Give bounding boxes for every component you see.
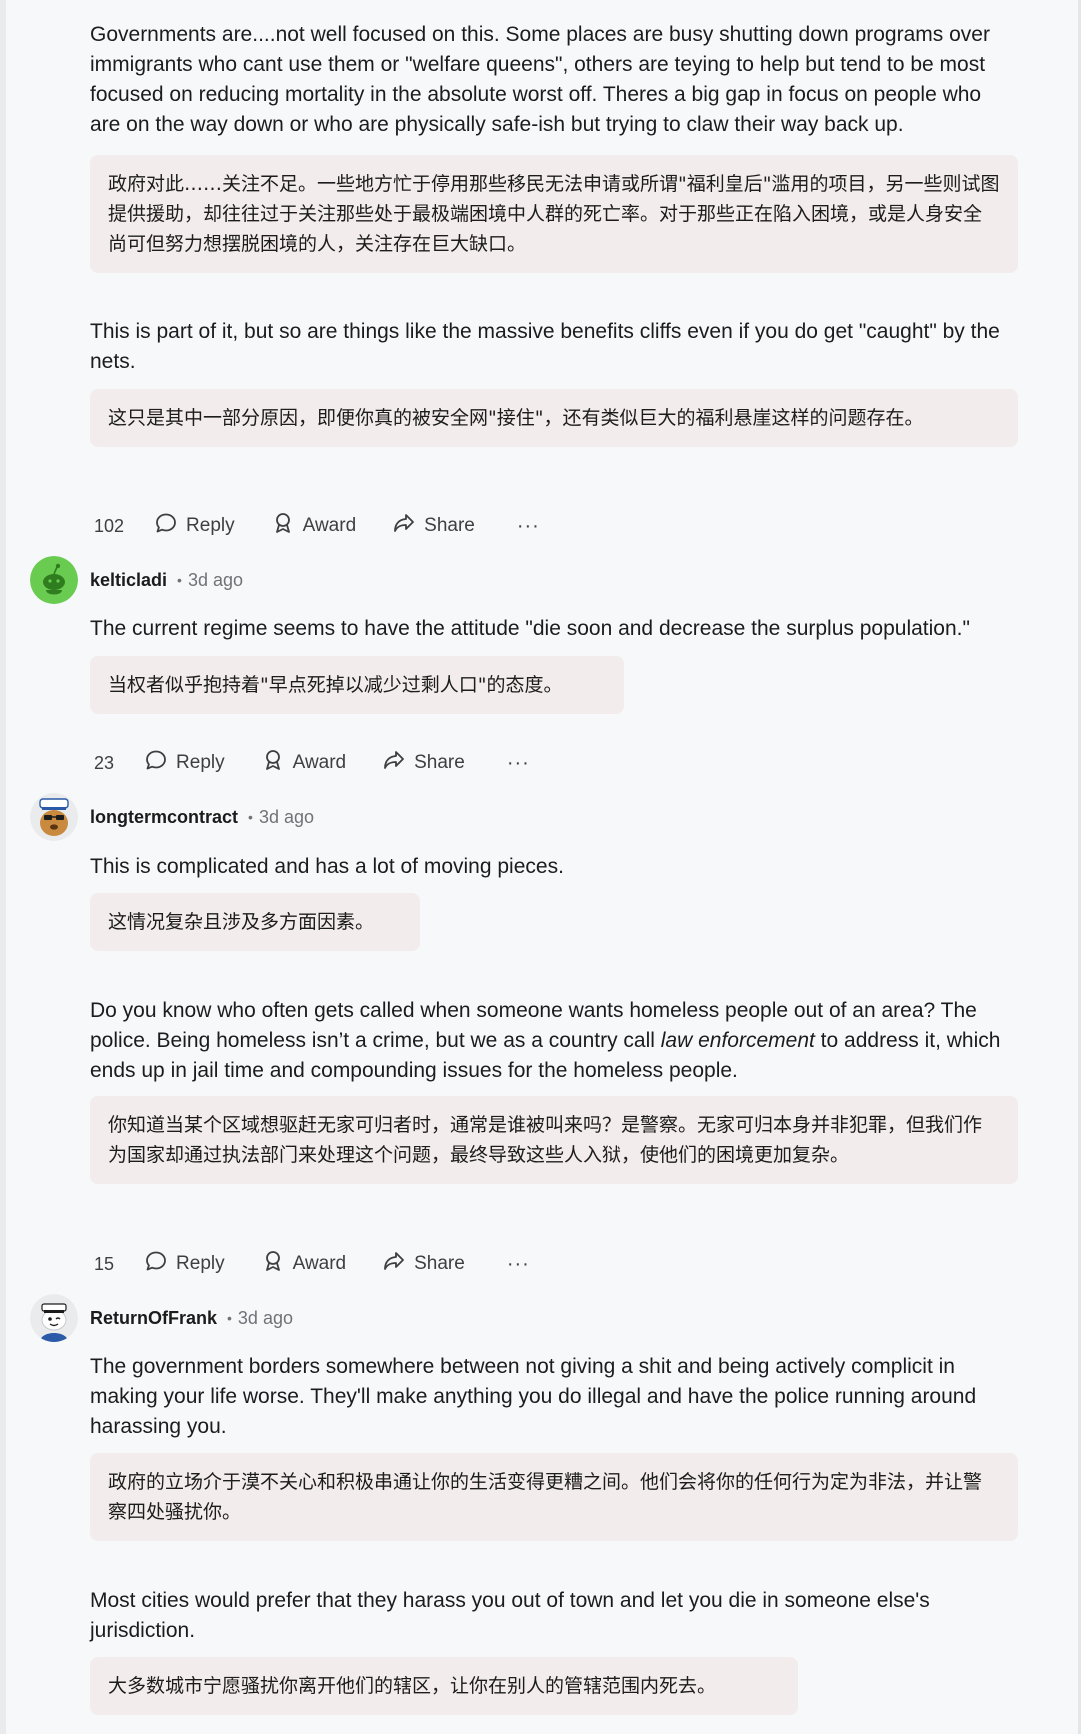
award-icon bbox=[261, 748, 285, 778]
thread-rail[interactable] bbox=[0, 0, 6, 1734]
comment-4-paragraph-2: Most cities would prefer that they haras… bbox=[90, 1589, 930, 1642]
comment-4-meta: ReturnOfFrank • 3d ago bbox=[30, 1293, 293, 1343]
username[interactable]: longtermcontract bbox=[90, 807, 238, 828]
comment-3-translation-1: 这情况复杂且涉及多方面因素。 bbox=[90, 893, 420, 951]
comment-4-translation-1: 政府的立场介于漠不关心和积极串通让你的生活变得更糟之间。他们会将你的任何行为定为… bbox=[90, 1453, 1018, 1541]
share-icon bbox=[382, 748, 406, 778]
comment-3-paragraph-2: Do you know who often gets called when s… bbox=[90, 996, 1010, 1086]
award-label: Award bbox=[292, 1253, 347, 1274]
vote-control: 102 bbox=[86, 515, 154, 553]
vote-count: 15 bbox=[94, 1253, 115, 1274]
comment-1-paragraph-2: This is part of it, but so are things li… bbox=[90, 320, 1000, 373]
share-label: Share bbox=[414, 752, 465, 773]
share-icon bbox=[392, 511, 416, 541]
reply-button[interactable]: Reply bbox=[144, 1249, 225, 1279]
reply-icon bbox=[154, 511, 178, 541]
award-icon bbox=[271, 511, 295, 541]
award-icon bbox=[261, 1249, 285, 1279]
reply-button[interactable]: Reply bbox=[144, 748, 225, 778]
share-button[interactable]: Share bbox=[382, 748, 465, 778]
comment-1-paragraph-1: Governments are....not well focused on t… bbox=[90, 23, 990, 136]
more-icon[interactable]: ··· bbox=[517, 515, 540, 538]
comment-2-paragraph-1: The current regime seems to have the att… bbox=[90, 617, 970, 640]
username[interactable]: kelticladi bbox=[90, 570, 167, 591]
avatar[interactable] bbox=[30, 556, 78, 604]
law-enforcement-emphasis: law enforcement bbox=[660, 1029, 815, 1052]
comment-3-meta: longtermcontract • 3d ago bbox=[30, 792, 314, 842]
award-label: Award bbox=[292, 752, 347, 773]
reply-button[interactable]: Reply bbox=[154, 511, 235, 541]
timestamp[interactable]: 3d ago bbox=[259, 807, 314, 828]
reply-label: Reply bbox=[176, 1253, 225, 1274]
comment-thread: Governments are....not well focused on t… bbox=[0, 0, 1081, 1734]
share-button[interactable]: Share bbox=[382, 1249, 465, 1279]
meta-separator: • bbox=[248, 809, 253, 825]
share-label: Share bbox=[414, 1253, 465, 1274]
vote-control: 15 bbox=[86, 1253, 144, 1291]
comment-4-paragraph-1: The government borders somewhere between… bbox=[90, 1355, 977, 1438]
comment-3-action-bar: 15 Reply Award Share ··· bbox=[86, 1244, 530, 1291]
award-button[interactable]: Award bbox=[261, 1249, 347, 1279]
more-icon[interactable]: ··· bbox=[507, 752, 530, 775]
share-label: Share bbox=[424, 515, 475, 536]
reply-icon bbox=[144, 1249, 168, 1279]
username[interactable]: ReturnOfFrank bbox=[90, 1308, 217, 1329]
comment-4-translation-2: 大多数城市宁愿骚扰你离开他们的辖区，让你在别人的管辖范围内死去。 bbox=[90, 1657, 798, 1715]
share-button[interactable]: Share bbox=[392, 511, 475, 541]
reply-icon bbox=[144, 748, 168, 778]
comment-2-action-bar: 23 Reply Award Share ··· bbox=[86, 743, 530, 790]
award-label: Award bbox=[302, 515, 357, 536]
award-button[interactable]: Award bbox=[261, 748, 347, 778]
share-icon bbox=[382, 1249, 406, 1279]
timestamp[interactable]: 3d ago bbox=[188, 570, 243, 591]
meta-separator: • bbox=[177, 572, 182, 588]
comment-3-paragraph-1: This is complicated and has a lot of mov… bbox=[90, 855, 564, 878]
avatar[interactable] bbox=[30, 1294, 78, 1342]
comment-3-translation-2: 你知道当某个区域想驱赶无家可归者时，通常是谁被叫来吗？是警察。无家可归本身并非犯… bbox=[90, 1096, 1018, 1184]
more-icon[interactable]: ··· bbox=[507, 1253, 530, 1276]
comment-1-translation-1: 政府对此……关注不足。一些地方忙于停用那些移民无法申请或所谓"福利皇后"滥用的项… bbox=[90, 155, 1018, 273]
timestamp[interactable]: 3d ago bbox=[238, 1308, 293, 1329]
avatar[interactable] bbox=[30, 793, 78, 841]
comment-2-translation-1: 当权者似乎抱持着"早点死掉以减少过剩人口"的态度。 bbox=[90, 656, 624, 714]
vote-count: 102 bbox=[94, 515, 125, 536]
award-button[interactable]: Award bbox=[271, 511, 357, 541]
comment-1-action-bar: 102 Reply Award Share ··· bbox=[86, 506, 540, 553]
vote-control: 23 bbox=[86, 752, 144, 790]
meta-separator: • bbox=[227, 1310, 232, 1326]
comment-2-meta: kelticladi • 3d ago bbox=[30, 555, 243, 605]
comment-1-translation-2: 这只是其中一部分原因，即便你真的被安全网"接住"，还有类似巨大的福利悬崖这样的问… bbox=[90, 389, 1018, 447]
vote-count: 23 bbox=[94, 752, 115, 773]
reply-label: Reply bbox=[186, 515, 235, 536]
reply-label: Reply bbox=[176, 752, 225, 773]
